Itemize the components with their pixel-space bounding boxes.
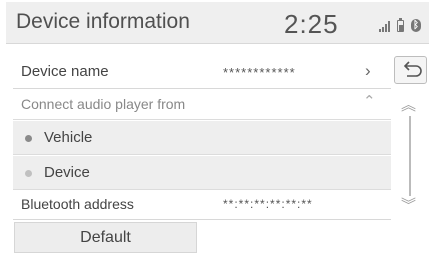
option-vehicle[interactable]: Vehicle (13, 121, 391, 155)
device-name-value: ************ (223, 65, 296, 80)
radio-indicator-icon (25, 135, 32, 142)
device-information-screen: Device information 2:25 ᛒ Device name **… (6, 2, 429, 257)
connect-audio-label: Connect audio player from (21, 96, 186, 112)
option-device[interactable]: Device (13, 156, 391, 190)
chevron-right-icon: › (365, 61, 371, 80)
battery-icon (397, 18, 404, 32)
back-button[interactable] (394, 56, 427, 84)
clock: 2:25 (284, 9, 339, 39)
side-controls: ︽ ︾ (392, 54, 429, 254)
signal-icon (379, 20, 390, 32)
radio-indicator-icon (25, 170, 32, 177)
option-vehicle-label: Vehicle (44, 129, 93, 146)
default-button[interactable]: Default (14, 222, 197, 253)
connect-audio-row[interactable]: Connect audio player from ⌃ (13, 90, 391, 120)
status-icons: ᛒ (379, 16, 421, 32)
device-name-label: Device name (21, 63, 109, 80)
bluetooth-address-value: **:**:**:**:**:** (223, 197, 313, 211)
back-icon (403, 61, 422, 77)
bluetooth-address-row: Bluetooth address **:**:**:**:**:** (13, 190, 391, 220)
bluetooth-address-label: Bluetooth address (21, 196, 134, 212)
scrollbar-track[interactable] (409, 116, 411, 196)
chevron-up-icon: ⌃ (363, 93, 376, 110)
option-device-label: Device (44, 164, 90, 181)
header-bar: Device information 2:25 ᛒ (6, 2, 429, 44)
scroll-down-icon[interactable]: ︾ (401, 194, 416, 215)
bluetooth-icon: ᛒ (411, 19, 421, 32)
device-name-row[interactable]: Device name ************ › (13, 55, 391, 89)
scroll-up-icon[interactable]: ︽ (401, 94, 416, 115)
page-title: Device information (16, 10, 190, 33)
